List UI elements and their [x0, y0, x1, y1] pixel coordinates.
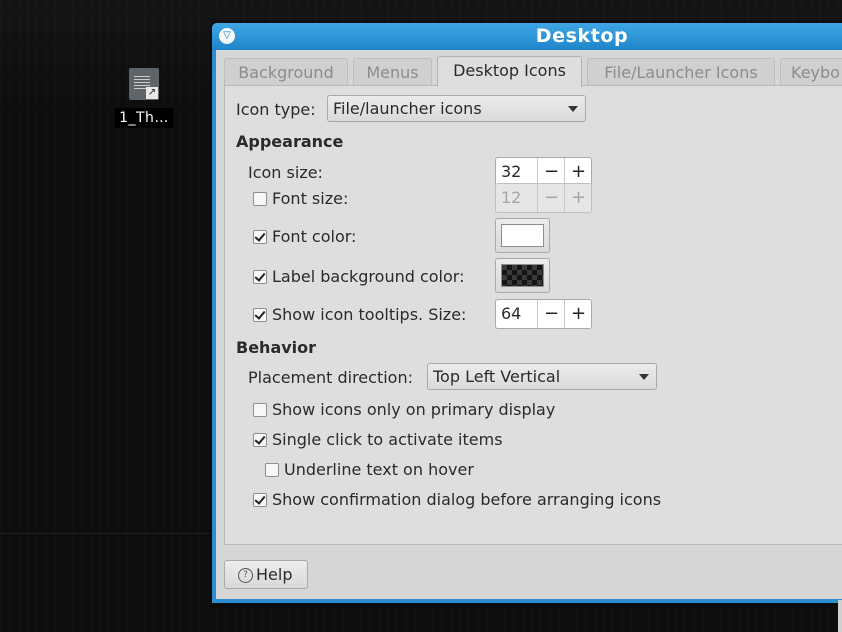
primary-display-checkbox[interactable] [253, 403, 267, 417]
tooltip-size-spinner[interactable]: 64 − + [495, 299, 592, 329]
window-title: Desktop [535, 25, 629, 47]
tab-bar: Background Menus Desktop Icons File/Laun… [224, 56, 842, 87]
tab-background[interactable]: Background [224, 58, 348, 86]
confirm-arrange-label: Show confirmation dialog before arrangin… [272, 490, 662, 509]
tooltip-size-value[interactable]: 64 [501, 300, 521, 328]
font-size-spinner: 12 − + [495, 183, 592, 213]
help-button[interactable]: ? Help [224, 560, 308, 589]
appearance-heading: Appearance [236, 132, 344, 151]
desktop-icons-panel: Icon type: File/launcher icons Appearanc… [224, 85, 842, 545]
window-edge [838, 600, 842, 632]
tab-file-launcher-icons[interactable]: File/Launcher Icons [587, 58, 775, 86]
chevron-down-icon [639, 374, 649, 380]
label-background-color-button[interactable] [495, 258, 550, 293]
tooltips-checkbox[interactable] [253, 308, 267, 322]
tooltip-size-increase-button[interactable]: + [564, 300, 591, 328]
font-size-increase-button: + [564, 184, 591, 212]
desktop-file-label: 1_Th… [115, 108, 173, 128]
tooltip-size-decrease-button[interactable]: − [537, 300, 565, 328]
label-background-checkbox[interactable] [253, 270, 267, 284]
desktop-divider [0, 533, 212, 534]
behavior-heading: Behavior [236, 338, 317, 357]
placement-direction-label: Placement direction: [248, 368, 413, 387]
icon-size-label: Icon size: [248, 163, 323, 182]
font-color-checkbox[interactable] [253, 230, 267, 244]
icon-type-value: File/launcher icons [333, 99, 482, 118]
font-size-value: 12 [501, 184, 522, 212]
label-background-swatch [501, 264, 544, 287]
tab-desktop-icons[interactable]: Desktop Icons [437, 56, 582, 87]
help-bubble-icon: ? [238, 568, 253, 583]
placement-direction-value: Top Left Vertical [433, 367, 561, 386]
shortcut-arrow-icon: ↗ [146, 87, 158, 99]
icon-type-label: Icon type: [236, 100, 316, 119]
label-background-label: Label background color: [272, 267, 465, 286]
font-size-checkbox[interactable] [253, 192, 267, 206]
single-click-checkbox[interactable] [253, 433, 267, 447]
desktop-settings-window: ▽ Desktop Background Menus Desktop Icons… [212, 23, 842, 603]
tab-keyboard[interactable]: Keybo [780, 58, 842, 86]
single-click-label: Single click to activate items [272, 430, 503, 449]
tab-menus[interactable]: Menus [353, 58, 432, 86]
font-color-label: Font color: [272, 227, 357, 246]
confirm-arrange-checkbox[interactable] [253, 493, 267, 507]
icon-size-increase-button[interactable]: + [564, 158, 591, 186]
font-color-swatch [501, 224, 544, 247]
primary-display-label: Show icons only on primary display [272, 400, 556, 419]
font-color-button[interactable] [495, 218, 550, 253]
icon-size-decrease-button[interactable]: − [537, 158, 565, 186]
underline-hover-label: Underline text on hover [284, 460, 474, 479]
placement-direction-combo[interactable]: Top Left Vertical [427, 363, 657, 390]
desktop-file-icon[interactable]: ↗ 1_Th… [110, 68, 178, 128]
icon-type-combo[interactable]: File/launcher icons [327, 95, 586, 122]
titlebar[interactable]: ▽ Desktop [212, 23, 842, 50]
help-button-label: Help [256, 565, 293, 584]
tooltips-label: Show icon tooltips. Size: [272, 305, 467, 324]
dialog-client-area: Background Menus Desktop Icons File/Laun… [216, 50, 842, 599]
icon-size-value[interactable]: 32 [501, 158, 521, 186]
document-icon: ↗ [129, 68, 159, 100]
font-size-label: Font size: [272, 189, 349, 208]
chevron-down-icon [568, 106, 578, 112]
font-size-decrease-button: − [537, 184, 565, 212]
underline-hover-checkbox[interactable] [265, 463, 279, 477]
